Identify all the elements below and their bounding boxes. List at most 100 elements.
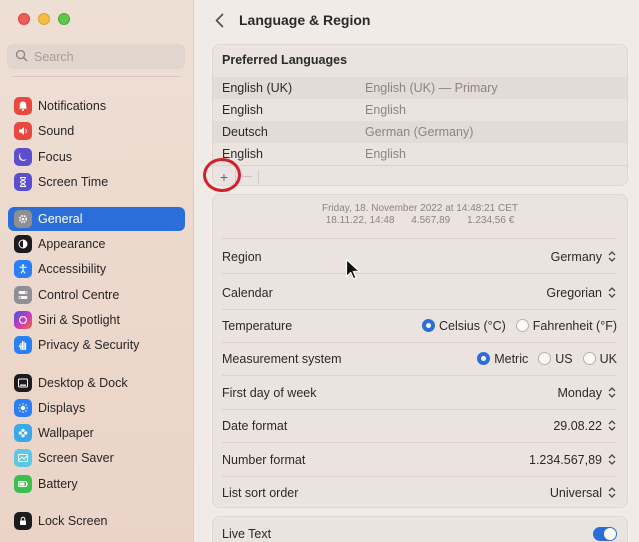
chevron-updown-icon: [607, 486, 617, 500]
language-detail: English: [365, 147, 406, 161]
remove-language-button[interactable]: —: [236, 167, 258, 186]
sidebar-item-focus[interactable]: Focus: [8, 145, 185, 169]
sidebar-item-privacy-security[interactable]: Privacy & Security: [8, 333, 185, 357]
celsius-radio[interactable]: Celsius (°C): [421, 318, 506, 333]
language-detail: German (Germany): [365, 125, 474, 139]
sidebar-item-label: Privacy & Security: [38, 338, 140, 352]
toggles-icon: [14, 286, 32, 304]
date-format-row: Date format 29.08.22: [222, 409, 617, 442]
language-detail: English (UK) — Primary: [365, 81, 498, 95]
add-language-button[interactable]: +: [213, 167, 235, 186]
siri-icon: [14, 311, 32, 329]
language-row[interactable]: English English: [213, 99, 627, 121]
sidebar-divider: [12, 76, 181, 77]
preview-date: 18.11.22, 14:48: [325, 215, 395, 226]
measurement-label: Measurement system: [222, 351, 342, 366]
sidebar-item-general[interactable]: General: [8, 207, 185, 231]
calendar-popup[interactable]: Gregorian: [546, 286, 617, 300]
radio-label: Fahrenheit (°F): [532, 318, 617, 333]
number-format-label: Number format: [222, 452, 306, 467]
sidebar-item-desktop-dock[interactable]: Desktop & Dock: [8, 371, 185, 395]
sidebar-item-label: Notifications: [38, 99, 107, 113]
radio-label: Metric: [494, 351, 529, 366]
search-field[interactable]: [7, 44, 185, 69]
dock-icon: [14, 374, 32, 392]
temperature-row: Temperature Celsius (°C) Fahrenheit (°F): [222, 309, 617, 342]
live-text-row: Live Text: [222, 517, 617, 542]
flower-icon: [14, 424, 32, 442]
language-row[interactable]: English English: [213, 143, 627, 165]
zoom-window-button[interactable]: [58, 13, 70, 25]
language-name: English (UK): [222, 81, 293, 95]
preview-currency: 1.234,56 €: [467, 215, 515, 226]
language-row[interactable]: English (UK) English (UK) — Primary: [213, 77, 627, 99]
bell-icon: [14, 97, 32, 115]
preview-datetime: Friday, 18. November 2022 at 14:48:21 CE…: [321, 203, 519, 214]
first-day-value: Monday: [557, 385, 602, 400]
sidebar-item-wallpaper[interactable]: Wallpaper: [8, 421, 185, 445]
sidebar: Notifications Sound Focus Screen Time Ge…: [0, 0, 194, 542]
language-row[interactable]: Deutsch German (Germany): [213, 121, 627, 143]
language-name: English: [222, 103, 263, 117]
live-text-label: Live Text: [222, 526, 272, 541]
divider: [222, 273, 617, 274]
measurement-radio-group: Metric US UK: [477, 352, 617, 366]
hand-icon: [14, 336, 32, 354]
first-day-label: First day of week: [222, 385, 317, 400]
number-format-popup[interactable]: 1.234.567,89: [529, 453, 617, 467]
calendar-label: Calendar: [222, 285, 273, 300]
chevron-updown-icon: [607, 250, 617, 264]
uk-radio[interactable]: UK: [582, 351, 617, 366]
search-input[interactable]: [34, 49, 174, 64]
sidebar-item-screen-saver[interactable]: Screen Saver: [8, 446, 185, 470]
region-popup[interactable]: Germany: [551, 250, 617, 264]
sidebar-item-control-centre[interactable]: Control Centre: [8, 283, 185, 307]
sidebar-item-label: Screen Time: [38, 175, 109, 189]
sidebar-item-sound[interactable]: Sound: [8, 119, 185, 143]
language-name: English: [222, 147, 263, 161]
sidebar-item-label: Screen Saver: [38, 451, 114, 465]
us-radio[interactable]: US: [538, 351, 573, 366]
language-detail: English: [365, 103, 406, 117]
sun-icon: [14, 399, 32, 417]
lock-icon: [14, 512, 32, 530]
sidebar-item-label: Wallpaper: [38, 426, 94, 440]
sort-order-popup[interactable]: Universal: [550, 486, 617, 500]
radio-selected-indicator: [421, 319, 435, 332]
sidebar-item-label: Siri & Spotlight: [38, 313, 120, 327]
date-format-popup[interactable]: 29.08.22: [553, 419, 617, 433]
radio-label: US: [555, 351, 573, 366]
chevron-updown-icon: [607, 419, 617, 433]
sidebar-item-notifications[interactable]: Notifications: [8, 94, 185, 118]
sidebar-item-screen-time[interactable]: Screen Time: [8, 170, 185, 194]
fahrenheit-radio[interactable]: Fahrenheit (°F): [515, 318, 617, 333]
sort-order-row: List sort order Universal: [222, 476, 617, 509]
sidebar-item-label: Control Centre: [38, 288, 120, 302]
sidebar-item-label: Accessibility: [38, 262, 107, 276]
live-text-toggle[interactable]: [593, 526, 617, 541]
search-icon: [15, 49, 28, 65]
back-chevron-icon[interactable]: [211, 11, 227, 29]
moon-icon: [14, 148, 32, 166]
minimize-window-button[interactable]: [38, 13, 50, 25]
sidebar-item-label: Appearance: [38, 237, 106, 251]
sidebar-item-accessibility[interactable]: Accessibility: [8, 257, 185, 281]
sidebar-item-lock-screen[interactable]: Lock Screen: [8, 509, 185, 533]
chevron-updown-icon: [607, 386, 617, 400]
language-list-toolbar: + —: [213, 165, 627, 186]
appearance-icon: [14, 235, 32, 253]
first-day-popup[interactable]: Monday: [558, 386, 617, 400]
sidebar-item-label: Battery: [38, 477, 78, 491]
sidebar-item-displays[interactable]: Displays: [8, 396, 185, 420]
sidebar-item-battery[interactable]: Battery: [8, 472, 185, 496]
radio-label: Celsius (°C): [438, 318, 506, 333]
calendar-row: Calendar Gregorian: [222, 276, 617, 309]
sidebar-item-label: Desktop & Dock: [38, 376, 128, 390]
metric-radio[interactable]: Metric: [477, 352, 528, 366]
sidebar-item-appearance[interactable]: Appearance: [8, 232, 185, 256]
radio-label: UK: [599, 351, 617, 366]
close-window-button[interactable]: [18, 13, 30, 25]
number-format-value: 1.234.567,89: [529, 452, 602, 467]
sidebar-item-siri-spotlight[interactable]: Siri & Spotlight: [8, 308, 185, 332]
sidebar-item-label: Lock Screen: [38, 514, 108, 528]
